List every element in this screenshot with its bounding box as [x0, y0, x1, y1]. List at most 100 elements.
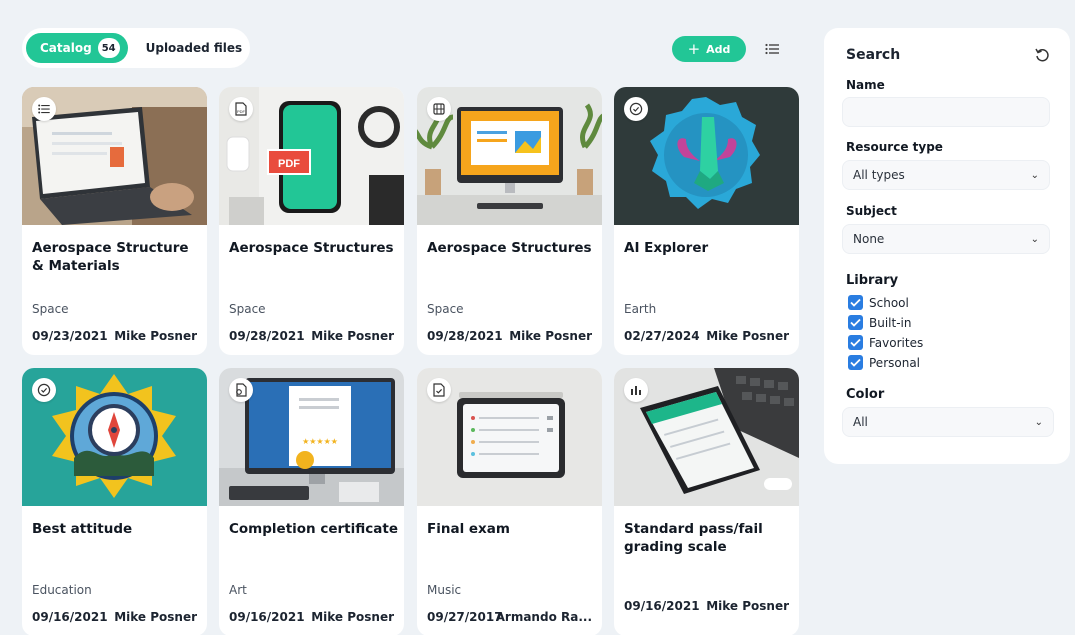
- checkbox-checked[interactable]: [848, 295, 863, 310]
- svg-text:★★★★★: ★★★★★: [302, 437, 338, 446]
- resource-type-select[interactable]: All types ⌄: [842, 160, 1050, 190]
- certificate-icon: [236, 383, 247, 397]
- card-author: Mike Posner: [311, 329, 394, 343]
- card-title: Standard pass/fail grading scale: [624, 521, 763, 555]
- card-author: Mike Posner: [509, 329, 592, 343]
- type-badge: [32, 97, 56, 121]
- type-badge: [32, 378, 56, 402]
- tab-uploaded-files[interactable]: Uploaded files: [146, 41, 243, 55]
- name-input[interactable]: [842, 97, 1050, 127]
- type-badge: [427, 97, 451, 121]
- card-subject: Space: [32, 302, 69, 316]
- list-icon: [38, 104, 50, 114]
- type-badge: [229, 378, 253, 402]
- reset-button[interactable]: [1034, 47, 1052, 65]
- resource-type-label: Resource type: [846, 140, 943, 154]
- card-author: Mike Posner: [706, 599, 789, 613]
- add-button[interactable]: + Add: [672, 36, 746, 62]
- resource-card[interactable]: Aerospace Structures Space 09/28/2021 Mi…: [417, 87, 602, 355]
- view-tabs: Catalog 54 Uploaded files: [22, 28, 250, 68]
- type-badge: [624, 97, 648, 121]
- card-author: Mike Posner: [706, 329, 789, 343]
- card-author: Armando Ra...: [495, 610, 592, 624]
- badge-check-icon: [37, 383, 51, 397]
- check-icon: [850, 318, 861, 327]
- resource-card[interactable]: Final exam Music 09/27/2017 Armando Ra..…: [417, 368, 602, 635]
- card-date: 09/23/2021: [32, 329, 108, 343]
- plus-icon: +: [687, 39, 701, 58]
- library-option-label: Favorites: [869, 335, 924, 350]
- badge-check-icon: [629, 102, 643, 116]
- library-option-label: School: [869, 295, 909, 310]
- library-option-favorites[interactable]: Favorites: [848, 335, 923, 350]
- check-icon: [850, 358, 861, 367]
- pdf-icon: PDF: [235, 102, 247, 116]
- subject-label: Subject: [846, 204, 897, 218]
- card-subject: Space: [229, 302, 266, 316]
- add-button-label: Add: [706, 42, 731, 56]
- card-author: Mike Posner: [114, 610, 197, 624]
- search-panel: Search Name Resource type All types ⌄ Su…: [824, 28, 1070, 464]
- exam-icon: [433, 383, 445, 397]
- card-subject: Space: [427, 302, 464, 316]
- card-subject: Art: [229, 583, 247, 597]
- library-option-label: Built-in: [869, 315, 912, 330]
- subject-value: None: [853, 232, 885, 246]
- library-option-built-in[interactable]: Built-in: [848, 315, 911, 330]
- chevron-down-icon: ⌄: [1030, 169, 1039, 181]
- check-icon: [850, 338, 861, 347]
- card-subject: Education: [32, 583, 92, 597]
- panel-title: Search: [846, 47, 901, 63]
- library-option-personal[interactable]: Personal: [848, 355, 920, 370]
- card-author: Mike Posner: [114, 329, 197, 343]
- bar-chart-icon: [631, 386, 641, 395]
- card-title: Best attitude: [32, 521, 133, 537]
- library-label: Library: [846, 273, 899, 288]
- card-subject: Earth: [624, 302, 657, 316]
- resource-card[interactable]: Aerospace Structure & Materials Space 09…: [22, 87, 207, 355]
- svg-text:PDF: PDF: [237, 109, 246, 114]
- card-date: 09/16/2021: [229, 610, 305, 624]
- library-option-label: Personal: [869, 355, 921, 370]
- card-subject: Music: [427, 583, 462, 597]
- checkbox-checked[interactable]: [848, 335, 863, 350]
- chevron-down-icon: ⌄: [1030, 233, 1039, 245]
- card-date: 09/28/2021: [229, 329, 305, 343]
- type-badge: [427, 378, 451, 402]
- card-date: 09/27/2017: [427, 610, 503, 624]
- card-title: AI Explorer: [624, 240, 709, 256]
- chevron-down-icon: ⌄: [1034, 416, 1043, 428]
- name-label: Name: [846, 78, 885, 92]
- checkbox-checked[interactable]: [848, 315, 863, 330]
- color-select[interactable]: All ⌄: [842, 407, 1054, 437]
- resource-type-value: All types: [853, 168, 905, 182]
- card-title: Aerospace Structure & Materials: [32, 240, 189, 274]
- film-icon: [433, 103, 445, 115]
- resource-card[interactable]: Standard pass/fail grading scale 09/16/2…: [614, 368, 799, 635]
- resource-card[interactable]: AI Explorer Earth 02/27/2024 Mike Posner: [614, 87, 799, 355]
- card-title: Completion certificate: [229, 521, 398, 537]
- type-badge: PDF: [229, 97, 253, 121]
- subject-select[interactable]: None ⌄: [842, 224, 1050, 254]
- type-badge: [624, 378, 648, 402]
- tab-catalog[interactable]: Catalog 54: [26, 33, 128, 63]
- list-view-toggle[interactable]: [758, 38, 786, 60]
- card-date: 02/27/2024: [624, 329, 700, 343]
- resource-card[interactable]: PDF PDF Aerospace Structures Space 09/28…: [219, 87, 404, 355]
- resource-card[interactable]: Best attitude Education 09/16/2021 Mike …: [22, 368, 207, 635]
- card-title: Aerospace Structures: [229, 240, 394, 256]
- card-title: Aerospace Structures: [427, 240, 592, 256]
- svg-text:PDF: PDF: [278, 158, 300, 170]
- library-option-school[interactable]: School: [848, 295, 909, 310]
- card-date: 09/16/2021: [624, 599, 700, 613]
- check-icon: [850, 298, 861, 307]
- card-title: Final exam: [427, 521, 510, 537]
- checkbox-checked[interactable]: [848, 355, 863, 370]
- card-author: Mike Posner: [311, 610, 394, 624]
- color-value: All: [853, 415, 868, 429]
- list-icon: [765, 43, 779, 55]
- tab-catalog-label: Catalog: [40, 41, 92, 55]
- resource-card[interactable]: ★★★★★ Completion certificate Art 09/16/2…: [219, 368, 404, 635]
- color-label: Color: [846, 387, 885, 402]
- card-date: 09/16/2021: [32, 610, 108, 624]
